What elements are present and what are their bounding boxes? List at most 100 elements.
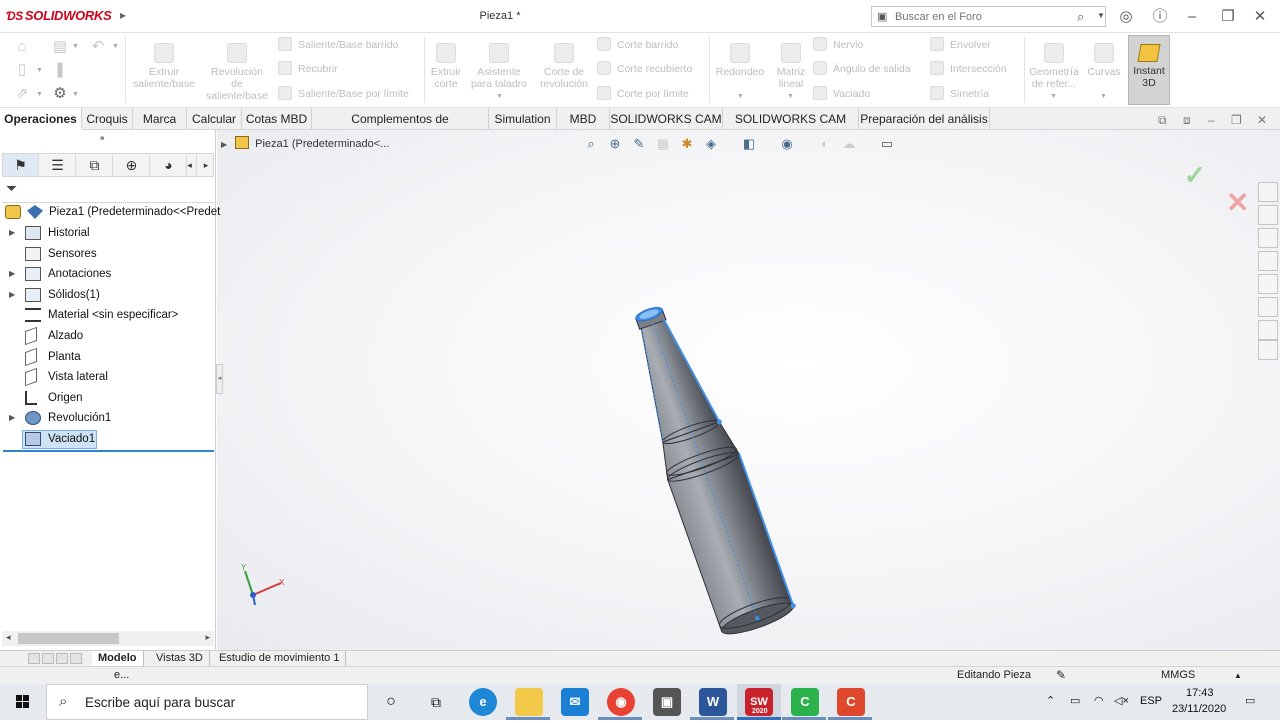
tab-complementos[interactable]: Complementos de SOLIDWORKS — [312, 108, 489, 148]
cancel-x-icon[interactable]: ✕ — [1226, 186, 1249, 219]
extrude-cut-button[interactable]: Extruir corte — [428, 43, 464, 90]
mail-icon[interactable]: ✉ — [561, 688, 589, 716]
volume-icon[interactable]: ◁× — [1114, 694, 1129, 707]
options-gear-icon[interactable]: ⚙ — [50, 84, 70, 104]
dynamic-annotation-icon[interactable]: ✱ — [678, 135, 696, 153]
user-icon[interactable]: ◎ — [1116, 7, 1136, 27]
tree-root[interactable]: Pieza1 (Predeterminado<<Predet — [0, 202, 220, 222]
view-orientation-icon[interactable]: ◈ — [702, 135, 720, 153]
swept-boss-button[interactable]: Saliente/Base barrido — [278, 37, 398, 53]
chevron-down-icon[interactable]: ▼ — [1100, 93, 1107, 100]
scroll-right-icon[interactable]: ▸ — [205, 632, 210, 643]
configuration-manager-icon[interactable]: ⧉ — [77, 154, 113, 176]
search-input[interactable] — [895, 9, 1065, 24]
zoom-to-fit-icon[interactable]: ⌕ — [582, 135, 600, 153]
task-view-icon[interactable]: ⧉ — [422, 688, 450, 716]
chevron-down-icon[interactable]: ▼ — [72, 91, 79, 98]
appearance-icon[interactable]: ◐ — [816, 135, 834, 153]
tab-vistas-3d[interactable]: Vistas 3D — [150, 651, 210, 666]
viewport-breadcrumb[interactable]: ▶ Pieza1 (Predeterminado<... — [221, 136, 389, 150]
previous-view-icon[interactable]: ✎ — [630, 135, 648, 153]
hole-wizard-button[interactable]: Asistente para taladro — [468, 43, 530, 90]
rollback-bar[interactable] — [3, 450, 214, 452]
chevron-down-icon[interactable]: ▼ — [112, 43, 119, 50]
tab-croquis[interactable]: Croquis — [82, 108, 133, 130]
dimxpert-icon[interactable]: ⊕ — [114, 154, 150, 176]
new-file-icon[interactable]: ▯ — [12, 60, 32, 80]
boundary-boss-button[interactable]: Saliente/Base por límite — [278, 86, 409, 102]
panel-grip[interactable]: ⦁ — [100, 132, 105, 143]
forum-icon[interactable] — [1258, 340, 1278, 360]
word-icon[interactable]: W — [699, 688, 727, 716]
boundary-cut-button[interactable]: Corte por límite — [597, 86, 689, 102]
bottle-model[interactable] — [217, 130, 1280, 650]
fillet-button[interactable]: Redondeo — [712, 43, 768, 78]
battery-icon[interactable]: ▭ — [1070, 694, 1080, 707]
chevron-up-icon[interactable]: ▲ — [1234, 671, 1242, 680]
view-settings-icon[interactable]: ▭ — [878, 135, 896, 153]
tab-simulation[interactable]: Simulation — [489, 108, 557, 130]
draft-button[interactable]: Ángulo de salida — [813, 61, 911, 77]
first-tab-icon[interactable] — [28, 653, 40, 664]
tab-cotas-mbd[interactable]: Cotas MBD — [242, 108, 312, 130]
revolve-boss-button[interactable]: Revolución de saliente/base — [204, 43, 270, 102]
chevron-right-icon[interactable]: ▶ — [221, 140, 227, 149]
close-icon[interactable]: ✕ — [1250, 7, 1270, 27]
zoom-area-icon[interactable]: ⊕ — [606, 135, 624, 153]
display-style-icon[interactable]: ◧ — [740, 135, 758, 153]
custom-properties-icon[interactable] — [1258, 320, 1278, 340]
wifi-icon[interactable]: ◠ — [1094, 694, 1104, 707]
tab-solidworks-cam-tbm[interactable]: SOLIDWORKS CAM TBM — [723, 108, 859, 148]
loft-button[interactable]: Recubrir — [278, 61, 338, 77]
expand-icon[interactable]: ▶ — [9, 264, 15, 284]
tab-estudio-movimiento[interactable]: Estudio de movimiento 1 — [213, 651, 347, 666]
clock-time[interactable]: 17:43 — [1186, 687, 1214, 699]
chevron-down-icon[interactable]: ▼ — [1097, 11, 1105, 20]
prev-tab-icon[interactable] — [42, 653, 54, 664]
mirror-button[interactable]: Simetría — [930, 86, 989, 102]
camtasia-icon[interactable]: C — [791, 688, 819, 716]
reference-geometry-button[interactable]: Geometría de refer... — [1027, 43, 1081, 90]
file-explorer-icon[interactable] — [1258, 251, 1278, 271]
doc-close-icon[interactable]: ✕ — [1257, 113, 1267, 127]
chevron-down-icon[interactable]: ▼ — [72, 43, 79, 50]
chevron-down-icon[interactable]: ▼ — [496, 93, 503, 100]
revolve-cut-button[interactable]: Corte de revolución — [536, 43, 592, 90]
restore-icon[interactable]: ❐ — [1218, 7, 1238, 27]
expand-icon[interactable]: ▶ — [9, 285, 15, 305]
chevron-up-icon[interactable]: ⌃ — [1046, 694, 1055, 707]
file-explorer-icon[interactable] — [515, 688, 543, 716]
solidworks-resources-icon[interactable] — [1258, 182, 1278, 202]
start-button[interactable] — [0, 684, 46, 720]
chrome-icon[interactable]: ◉ — [607, 688, 635, 716]
chevron-down-icon[interactable]: ▼ — [36, 91, 43, 98]
featuremanager-tree-icon[interactable]: ⚑ — [3, 154, 39, 176]
notifications-icon[interactable]: ▭ — [1245, 694, 1255, 707]
store-icon[interactable]: ▣ — [653, 688, 681, 716]
appearances-icon[interactable] — [1258, 297, 1278, 317]
recorder-icon[interactable]: C — [837, 688, 865, 716]
tab-marca[interactable]: Marca — [133, 108, 187, 130]
view-palette-icon[interactable] — [1258, 274, 1278, 294]
linear-pattern-button[interactable]: Matriz lineal — [772, 43, 810, 90]
chevron-down-icon[interactable]: ▼ — [737, 93, 744, 100]
language-indicator[interactable]: ESP — [1140, 695, 1162, 707]
tab-preparacion-analisis[interactable]: Preparación del análisis — [859, 108, 990, 130]
graphics-area[interactable]: X Y — [217, 130, 1280, 650]
undo-icon[interactable]: ↶ — [88, 37, 108, 57]
edge-icon[interactable]: e — [469, 688, 497, 716]
open-file-icon[interactable]: ⇗ — [12, 84, 32, 104]
chevron-left-icon[interactable]: ◂ — [183, 154, 197, 176]
shell-button[interactable]: Vaciado — [813, 86, 870, 102]
hide-show-icon[interactable]: ◉ — [778, 135, 796, 153]
rib-button[interactable]: Nervio — [813, 37, 863, 53]
home-icon[interactable]: ⌂ — [12, 37, 32, 57]
chevron-down-icon[interactable]: ▼ — [787, 93, 794, 100]
cortana-icon[interactable]: ○ — [377, 688, 405, 716]
tab-mbd[interactable]: MBD — [557, 108, 610, 130]
lofted-cut-button[interactable]: Corte recubierto — [597, 61, 692, 77]
scroll-left-icon[interactable]: ◂ — [6, 632, 11, 643]
tab-operaciones[interactable]: Operaciones — [0, 108, 82, 130]
forum-search[interactable]: ▣ ⌕ ▼ — [871, 6, 1106, 27]
help-icon[interactable]: ⓘ — [1150, 7, 1170, 27]
